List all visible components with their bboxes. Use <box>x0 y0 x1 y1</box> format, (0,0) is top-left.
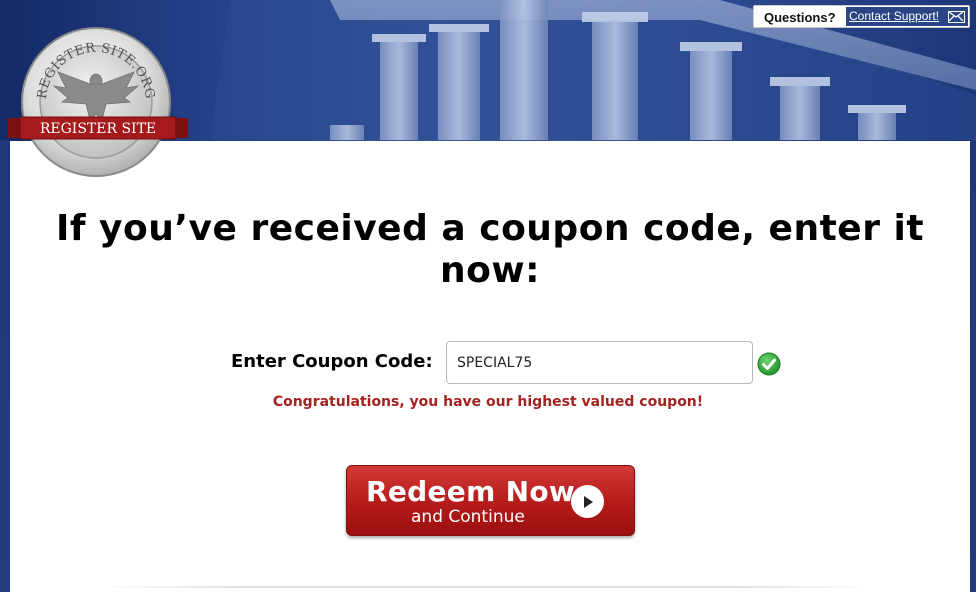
redeem-main-label: Redeem Now <box>366 475 576 508</box>
coupon-success-message: Congratulations, you have our highest va… <box>272 394 704 410</box>
questions-label: Questions? <box>764 10 836 25</box>
page-border-left <box>0 140 10 592</box>
page-border-right <box>970 140 976 592</box>
redeem-sub-label: and Continue <box>411 507 525 527</box>
support-box: Questions? Contact Support! <box>753 5 970 28</box>
register-site-logo[interactable]: REGISTER SITE.ORG REGISTER SITE <box>6 24 190 180</box>
footer-divider <box>100 586 876 588</box>
logo-banner-text: REGISTER SITE <box>40 121 156 137</box>
contact-support-link[interactable]: Contact Support! <box>846 7 968 26</box>
envelope-icon <box>948 11 965 23</box>
redeem-now-button[interactable]: Redeem Now and Continue <box>346 465 635 536</box>
coupon-code-label: Enter Coupon Code: <box>231 351 433 372</box>
page-heading: If you’ve received a coupon code, enter … <box>55 208 925 291</box>
play-icon <box>571 485 604 518</box>
checkmark-icon <box>757 352 781 376</box>
coupon-code-input[interactable] <box>446 341 753 384</box>
contact-support-label: Contact Support! <box>849 9 940 23</box>
